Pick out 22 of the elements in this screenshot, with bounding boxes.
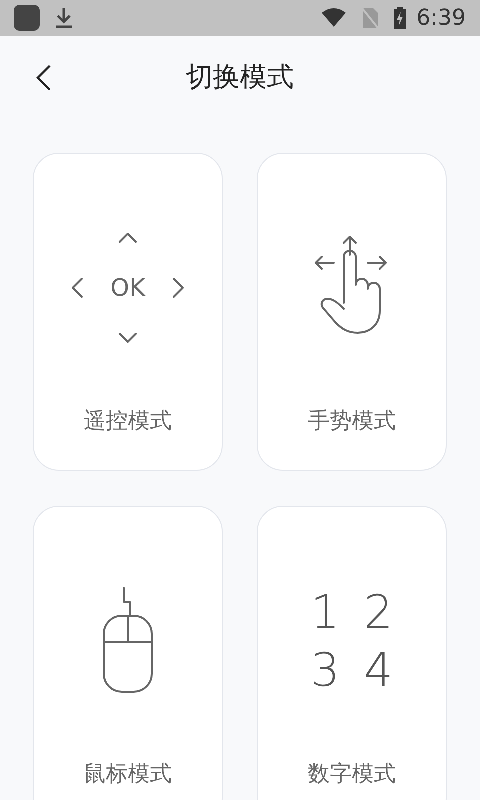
mouse-icon	[100, 586, 156, 696]
mode-label: 手势模式	[308, 408, 396, 436]
download-icon	[54, 6, 74, 30]
digit: 2	[364, 588, 394, 634]
clock-time: 6:39	[416, 4, 466, 32]
page-title: 切换模式	[186, 60, 294, 95]
mode-card[interactable]: 鼠标模式	[33, 506, 223, 800]
digit: 3	[310, 646, 340, 692]
mode-label: 数字模式	[308, 761, 396, 789]
back-chevron-icon	[36, 64, 52, 92]
ok-label: OK	[110, 272, 146, 304]
digit: 1	[310, 588, 340, 634]
app-icon	[14, 5, 40, 31]
battery-charging-icon	[392, 6, 407, 30]
no-sim-icon	[360, 7, 379, 29]
wifi-icon	[320, 8, 347, 28]
mode-card[interactable]: OK 遥控模式	[33, 153, 223, 471]
mode-label: 遥控模式	[84, 408, 172, 436]
mode-card[interactable]: 1 2 3 4 数字模式	[257, 506, 447, 800]
mode-card[interactable]: 手势模式	[257, 153, 447, 471]
mode-label: 鼠标模式	[84, 761, 172, 789]
digit: 4	[364, 646, 394, 692]
